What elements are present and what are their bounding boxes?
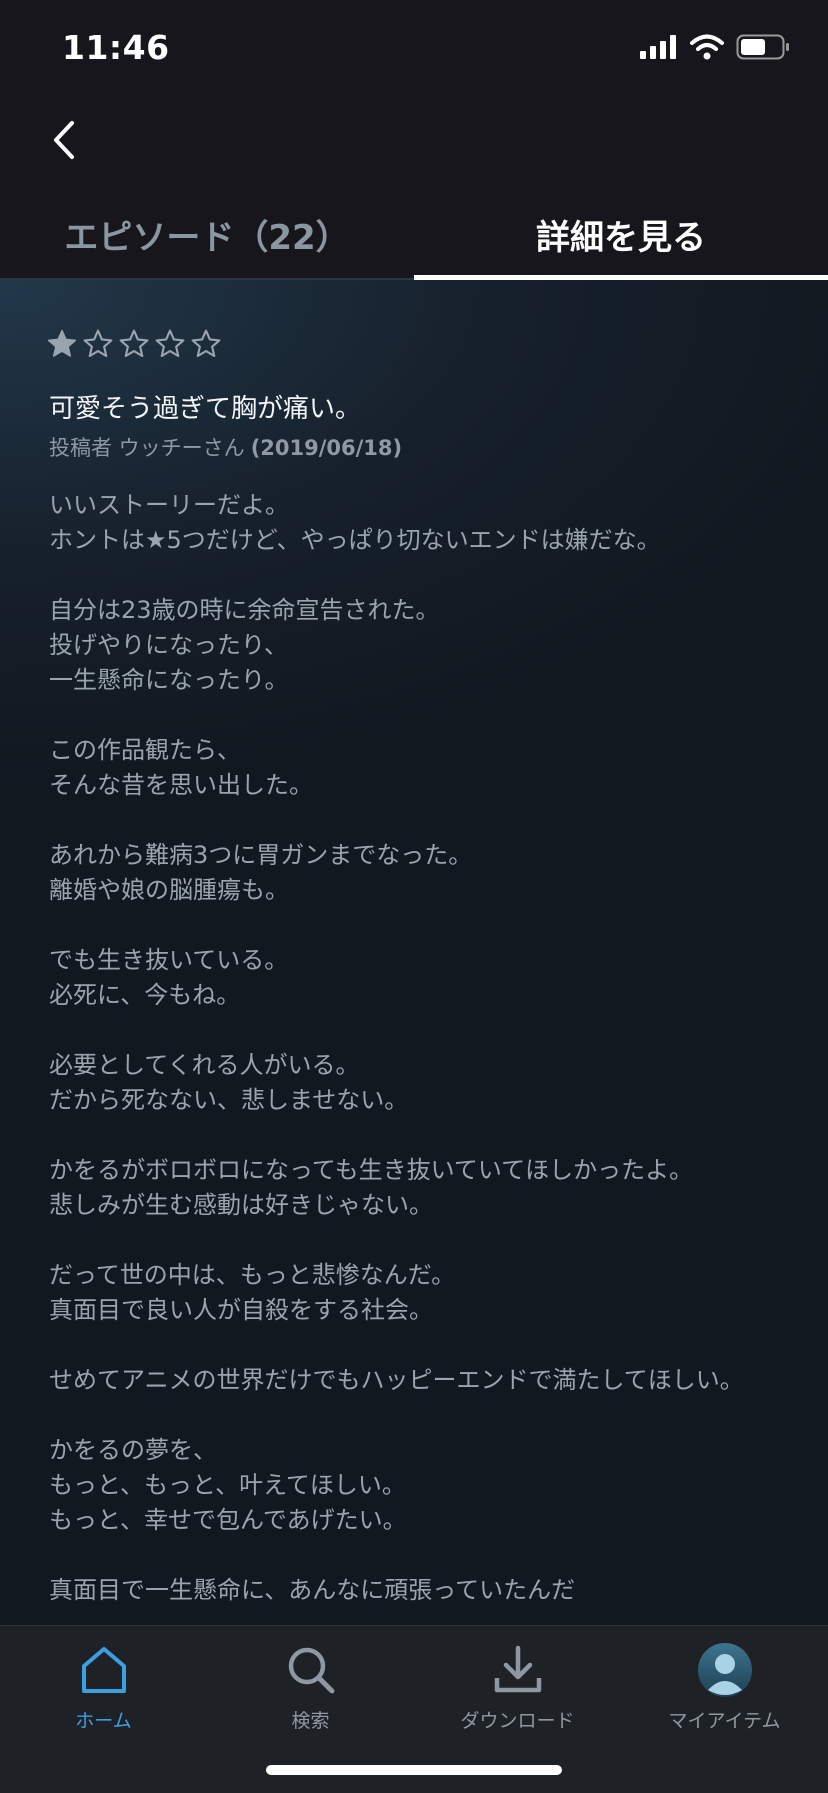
review-paragraph: 必要としてくれる人がいる。 だから死なない、悲しませない。 bbox=[49, 1051, 409, 1114]
review-paragraph: 真面目で一生懸命に、あんなに頑張っていたんだ bbox=[49, 1576, 576, 1604]
battery-icon bbox=[736, 34, 789, 60]
tab-details[interactable]: 詳細を見る bbox=[414, 190, 828, 278]
bottom-tab-label: マイアイテム bbox=[668, 1710, 781, 1732]
avatar-icon bbox=[697, 1643, 752, 1697]
wifi-icon bbox=[690, 34, 724, 60]
review-paragraph: いいストーリーだよ。 ホントは★5つだけど、やっぱり切ないエンドは嫌だな。 bbox=[49, 491, 661, 554]
status-bar: 11:46 bbox=[0, 0, 828, 100]
star-empty-icon bbox=[191, 329, 221, 358]
bottom-tab-downloads[interactable]: ダウンロード bbox=[414, 1640, 621, 1750]
signal-icon bbox=[640, 35, 676, 59]
chevron-left-icon bbox=[54, 121, 74, 159]
review-author: 投稿者 ウッチーさん bbox=[49, 436, 245, 460]
navigation-bar bbox=[0, 100, 828, 200]
home-icon bbox=[81, 1647, 126, 1693]
bottom-tab-label: ホーム bbox=[75, 1710, 132, 1732]
bottom-tab-label: ダウンロード bbox=[460, 1710, 575, 1732]
review-title: 可愛そう過ぎて胸が痛い。 bbox=[49, 394, 362, 424]
home-indicator bbox=[266, 1765, 562, 1775]
review-paragraph: だって世の中は、もっと悲惨なんだ。 真面目で良い人が自殺をする社会。 bbox=[49, 1261, 456, 1324]
review-paragraph: 自分は23歳の時に余命宣告された。 投げやりになったり、 一生懸命になったり。 bbox=[49, 596, 440, 694]
star-filled-icon bbox=[47, 329, 77, 357]
bottom-tab-home[interactable]: ホーム bbox=[0, 1640, 207, 1750]
review-paragraph: でも生き抜いている。 必死に、今もね。 bbox=[49, 946, 289, 1009]
review-paragraph: せめてアニメの世界だけでもハッピーエンドで満たしてほしい。 bbox=[49, 1366, 744, 1394]
review-meta: 投稿者 ウッチーさん (2019/06/18) bbox=[49, 432, 402, 462]
download-icon bbox=[494, 1645, 541, 1693]
search-icon bbox=[288, 1647, 334, 1694]
review-paragraph: この作品観たら、 そんな昔を思い出した。 bbox=[49, 736, 313, 799]
tab-bar: エピソード（22） 詳細を見る bbox=[0, 190, 828, 280]
status-time: 11:46 bbox=[62, 28, 170, 67]
review-paragraph: かをるがボロボロになっても生き抜いていてほしかったよ。 悲しみが生む感動は好きじ… bbox=[49, 1156, 694, 1219]
review-date: (2019/06/18) bbox=[250, 436, 403, 460]
review-paragraph: かをるの夢を、 もっと、もっと、叶えてほしい。 もっと、幸せで包んであげたい。 bbox=[49, 1436, 407, 1534]
back-button[interactable] bbox=[44, 110, 84, 170]
review-content[interactable]: 可愛そう過ぎて胸が痛い。 投稿者 ウッチーさん (2019/06/18) いいスト… bbox=[0, 280, 828, 1625]
tab-episodes[interactable]: エピソード（22） bbox=[0, 190, 414, 278]
status-icons bbox=[640, 34, 790, 60]
star-rating bbox=[46, 328, 222, 360]
bottom-tab-my-items[interactable]: マイアイテム bbox=[621, 1640, 828, 1750]
bottom-tab-search[interactable]: 検索 bbox=[207, 1640, 414, 1750]
star-empty-icon bbox=[155, 329, 185, 358]
star-empty-icon bbox=[83, 329, 113, 358]
star-empty-icon bbox=[119, 329, 149, 358]
review-paragraph: あれから難病3つに胃ガンまでなった。 離婚や娘の脳腫瘍も。 bbox=[49, 841, 473, 904]
bottom-tab-label: 検索 bbox=[291, 1710, 330, 1732]
review-body: いいストーリーだよ。 ホントは★5つだけど、やっぱり切ないエンドは嫌だな。 自分… bbox=[49, 488, 789, 1625]
